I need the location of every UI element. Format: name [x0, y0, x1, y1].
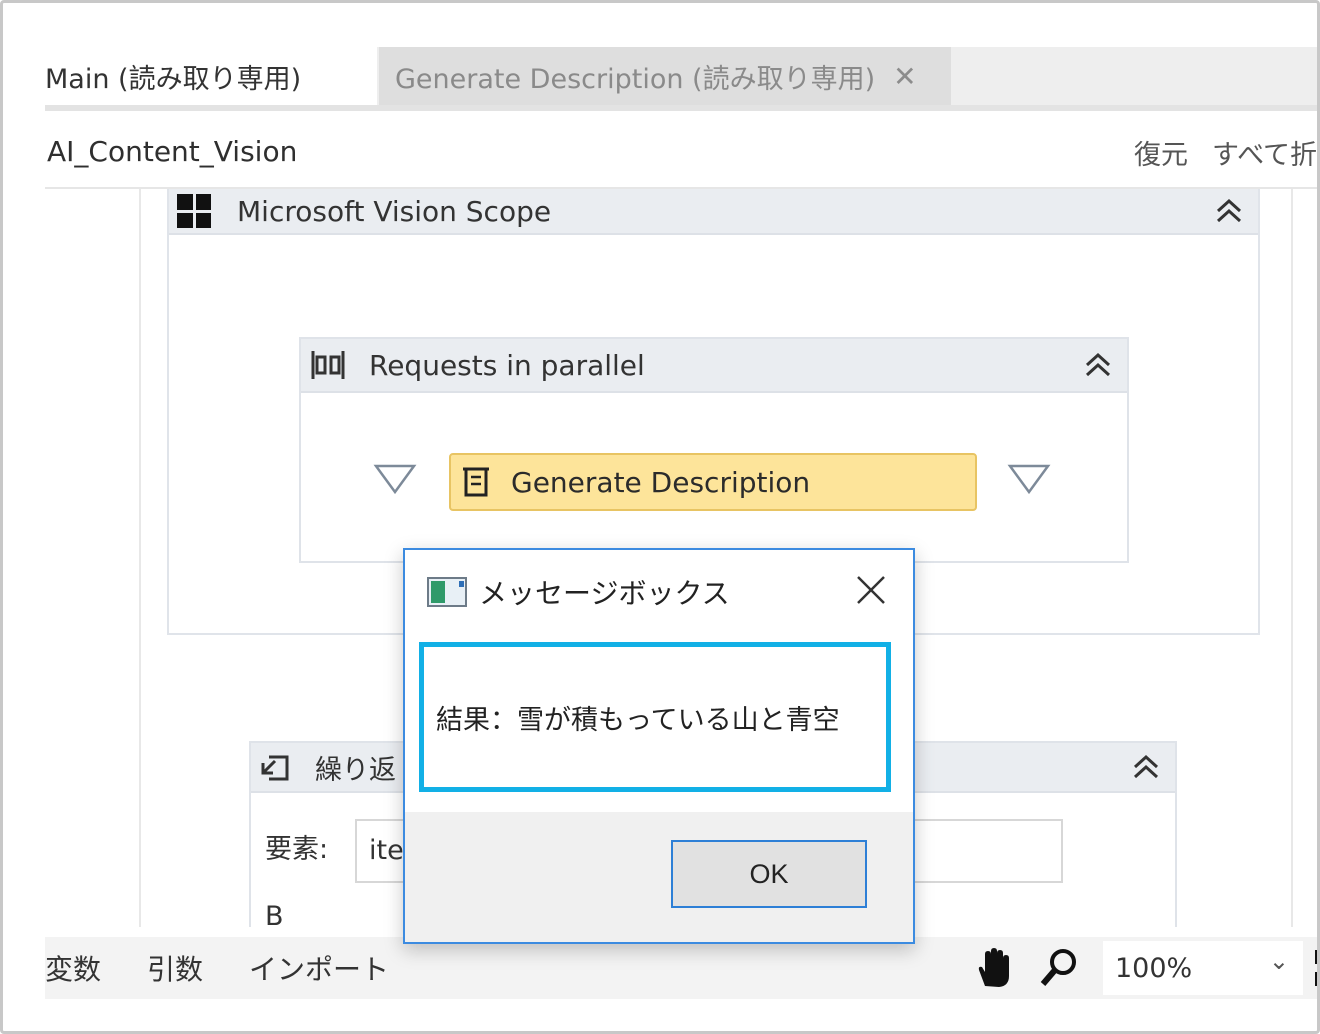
collapse-icon[interactable]	[1081, 347, 1115, 383]
body-label: B	[265, 901, 284, 927]
generate-description-title: Generate Description	[511, 465, 811, 499]
status-bar: 変数 引数 インポート 100% ⌄	[45, 937, 1320, 999]
vision-scope-header: Microsoft Vision Scope	[169, 189, 1258, 235]
status-bar-tools: 100% ⌄	[971, 937, 1320, 999]
restore-button[interactable]: 復元	[1134, 140, 1188, 171]
variables-tab[interactable]: 変数	[45, 948, 101, 988]
for-each-title: 繰り返	[315, 754, 396, 786]
message-highlight: 結果：雪が積もっている山と青空	[419, 642, 891, 792]
loop-icon	[261, 755, 289, 781]
tab-generate-description-label: Generate Description (読み取り専用)	[395, 63, 876, 95]
parallel-icon	[311, 351, 345, 379]
collapse-all-button[interactable]: すべて折	[1212, 140, 1317, 171]
ok-button[interactable]: OK	[671, 840, 867, 908]
parallel-activity[interactable]: Requests in parallel Generate Descriptio…	[299, 337, 1129, 563]
arguments-tab[interactable]: 引数	[147, 948, 203, 988]
dialog-footer: OK	[405, 812, 913, 942]
chevron-down-icon: ⌄	[1268, 947, 1289, 975]
dialog-title: メッセージボックス	[479, 577, 730, 610]
tab-underline	[45, 105, 1317, 111]
app-window-icon	[427, 577, 467, 607]
for-each-element-row: 要素:	[265, 827, 328, 866]
tab-close-icon[interactable]: ✕	[893, 60, 916, 93]
drop-target-icon[interactable]	[1007, 463, 1051, 495]
breadcrumb[interactable]: AI_Content_Vision	[47, 135, 297, 168]
fit-screen-icon[interactable]	[1313, 946, 1320, 990]
designer-window: Main (読み取り専用) Generate Description (読み取り…	[0, 0, 1320, 1034]
tab-generate-description[interactable]: Generate Description (読み取り専用) ✕	[379, 47, 951, 105]
parallel-title: Requests in parallel	[369, 348, 645, 382]
zoom-value: 100%	[1115, 952, 1193, 984]
drop-target-icon[interactable]	[373, 463, 417, 495]
canvas-guide-line	[139, 189, 141, 927]
collapse-icon[interactable]	[1212, 193, 1246, 229]
message-box-dialog: メッセージボックス 結果：雪が積もっている山と青空 OK	[403, 548, 915, 944]
hand-pan-icon[interactable]	[971, 946, 1015, 990]
canvas-guide-line	[1291, 189, 1293, 927]
tab-main[interactable]: Main (読み取り専用)	[45, 47, 377, 105]
dialog-body: 結果：雪が積もっている山と青空	[405, 634, 913, 812]
dialog-titlebar: メッセージボックス	[405, 550, 913, 634]
generate-description-activity[interactable]: Generate Description	[449, 453, 977, 511]
tab-main-label: Main (読み取り専用)	[45, 63, 302, 95]
tab-bar: Main (読み取り専用) Generate Description (読み取り…	[45, 47, 1317, 105]
header-actions: 復元 すべて折	[1110, 133, 1317, 172]
vision-scope-title: Microsoft Vision Scope	[237, 194, 552, 228]
imports-tab[interactable]: インポート	[249, 948, 389, 988]
dialog-message: 結果：雪が積もっている山と青空	[436, 704, 840, 736]
parallel-header: Requests in parallel	[301, 339, 1127, 393]
flask-icon	[463, 467, 489, 497]
zoom-select[interactable]: 100% ⌄	[1103, 941, 1303, 995]
collapse-icon[interactable]	[1129, 749, 1163, 785]
windows-logo-icon	[177, 194, 211, 228]
zoom-search-icon[interactable]	[1037, 946, 1081, 990]
element-label: 要素:	[265, 834, 329, 865]
close-icon[interactable]	[853, 572, 889, 608]
